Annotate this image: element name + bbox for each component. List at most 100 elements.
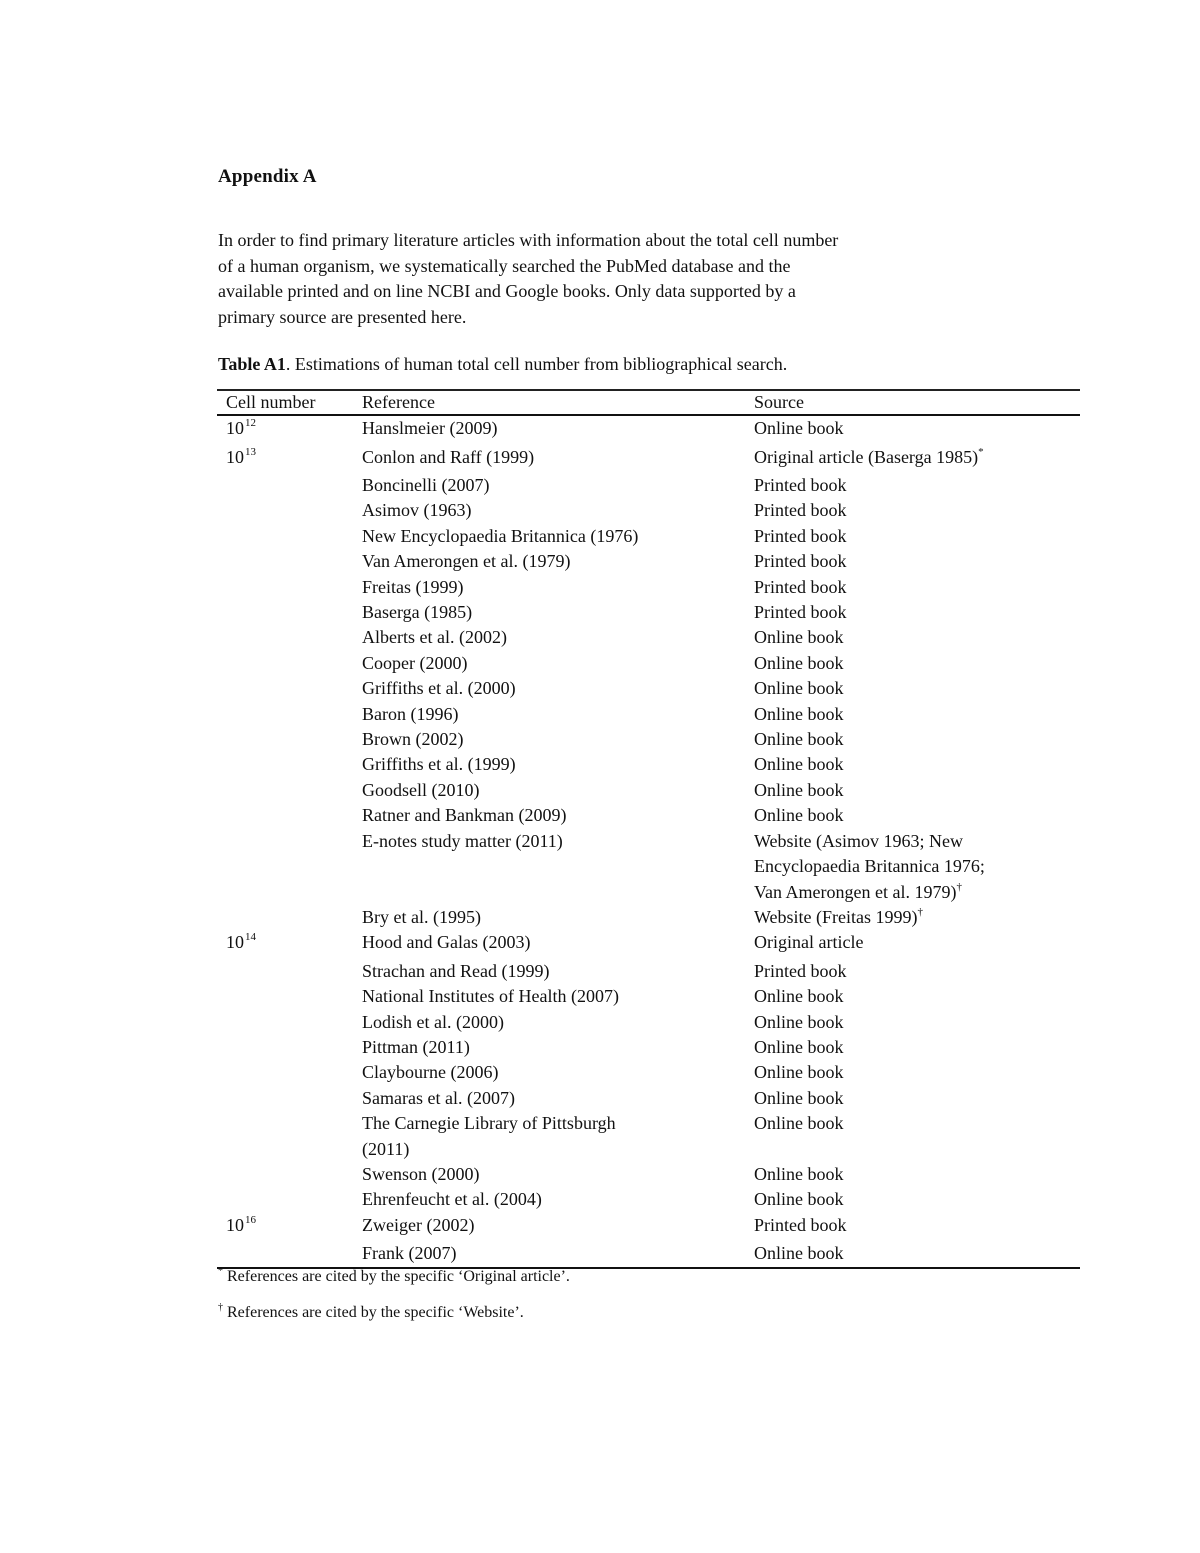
cell-number	[217, 905, 362, 930]
reference-line: Freitas (1999)	[362, 576, 464, 597]
reference-cell: Van Amerongen et al. (1979)	[362, 549, 754, 574]
source-cell: Original article	[754, 930, 1080, 958]
source-cell: Online book	[754, 625, 1080, 650]
reference-line: Alberts et al. (2002)	[362, 627, 507, 648]
reference-line: Pittman (2011)	[362, 1036, 470, 1057]
reference-cell: Cooper (2000)	[362, 651, 754, 676]
reference-cell: Boncinelli (2007)	[362, 473, 754, 498]
reference-line: Lodish et al. (2000)	[362, 1011, 504, 1032]
table-caption-text: . Estimations of human total cell number…	[285, 354, 788, 374]
intro-line: of a human organism, we systematically s…	[218, 255, 791, 276]
source-cell: Online book	[754, 1035, 1080, 1060]
reference-cell: Samaras et al. (2007)	[362, 1086, 754, 1111]
table-row: New Encyclopaedia Britannica (1976) Print…	[217, 524, 1080, 549]
reference-cell: Griffiths et al. (1999)	[362, 752, 754, 777]
source-cell: Online book	[754, 803, 1080, 828]
table-row: Goodsell (2010) Online book	[217, 778, 1080, 803]
source-line: Online book	[754, 703, 844, 724]
footnote-text: References are cited by the specific ‘Or…	[223, 1268, 570, 1285]
source-cell: Online book	[754, 1187, 1080, 1212]
source-cell: Online book	[754, 984, 1080, 1009]
reference-cell: E-notes study matter (2011)	[362, 829, 754, 905]
table-row: National Institutes of Health (2007) Onli…	[217, 984, 1080, 1009]
reference-line: E-notes study matter (2011)	[362, 830, 563, 851]
cell-number	[217, 752, 362, 777]
reference-line: Swenson (2000)	[362, 1163, 480, 1184]
table-row: Strachan and Read (1999) Printed book	[217, 959, 1080, 984]
source-cell: Printed book	[754, 473, 1080, 498]
reference-cell: Alberts et al. (2002)	[362, 625, 754, 650]
source-cell: Online book	[754, 651, 1080, 676]
cell-number	[217, 1111, 362, 1162]
footnote-mark: †	[218, 1301, 223, 1313]
reference-cell: Lodish et al. (2000)	[362, 1010, 754, 1035]
source-cell: Online book	[754, 676, 1080, 701]
table-body: 1012 Hanslmeier (2009) Online book 1013 Conl…	[217, 416, 1080, 1266]
reference-line: National Institutes of Health (2007)	[362, 986, 619, 1007]
source-line: Online book	[754, 1087, 844, 1108]
source-line: Online book	[754, 678, 844, 699]
table-row: 1012 Hanslmeier (2009) Online book	[217, 416, 1080, 444]
table-row: Cooper (2000) Online book	[217, 651, 1080, 676]
cell-number	[217, 473, 362, 498]
source-cell: Online book	[754, 727, 1080, 752]
cell-number	[217, 727, 362, 752]
source-line: Online book	[754, 986, 844, 1007]
cell-number	[217, 1187, 362, 1212]
cell-number	[217, 959, 362, 984]
source-cell: Online book	[754, 1060, 1080, 1085]
reference-line: Brown (2002)	[362, 729, 464, 750]
reference-cell: New Encyclopaedia Britannica (1976)	[362, 524, 754, 549]
source-cell: Printed book	[754, 1213, 1080, 1241]
table-row: Lodish et al. (2000) Online book	[217, 1010, 1080, 1035]
source-cell: Printed book	[754, 575, 1080, 600]
reference-cell: Baron (1996)	[362, 702, 754, 727]
reference-cell: Pittman (2011)	[362, 1035, 754, 1060]
reference-cell: Baserga (1985)	[362, 600, 754, 625]
table-row: Bry et al. (1995) Website (Freitas 1999)†	[217, 905, 1080, 930]
reference-line: Frank (2007)	[362, 1243, 457, 1264]
footnote-text: References are cited by the specific ‘We…	[223, 1304, 524, 1321]
source-line: Online book	[754, 754, 844, 775]
cell-number: 1013	[217, 445, 362, 473]
source-line: Online book	[754, 1036, 844, 1057]
table-row: Brown (2002) Online book	[217, 727, 1080, 752]
reference-line: Baron (1996)	[362, 703, 459, 724]
table-row: The Carnegie Library of Pittsburgh (2011)…	[217, 1111, 1080, 1162]
reference-cell: Conlon and Raff (1999)	[362, 445, 754, 473]
cell-number	[217, 600, 362, 625]
reference-line: (2011)	[362, 1138, 410, 1159]
table-row: Boncinelli (2007) Printed book	[217, 473, 1080, 498]
table-footnotes: * References are cited by the specific ‘…	[218, 1265, 570, 1323]
cell-number: 1014	[217, 930, 362, 958]
source-cell: Online book	[754, 1010, 1080, 1035]
reference-line: Griffiths et al. (2000)	[362, 678, 516, 699]
reference-line: Goodsell (2010)	[362, 779, 480, 800]
source-line: Online book	[754, 1011, 844, 1032]
source-line: Printed book	[754, 551, 847, 572]
table-row: Swenson (2000) Online book	[217, 1162, 1080, 1187]
reference-line: New Encyclopaedia Britannica (1976)	[362, 525, 639, 546]
reference-cell: Asimov (1963)	[362, 498, 754, 523]
footnote-mark: *	[218, 1265, 223, 1277]
source-cell: Online book	[754, 702, 1080, 727]
table-row: Freitas (1999) Printed book	[217, 575, 1080, 600]
table-row: 1013 Conlon and Raff (1999) Original artic…	[217, 445, 1080, 473]
table-row: Pittman (2011) Online book	[217, 1035, 1080, 1060]
reference-line: Cooper (2000)	[362, 652, 468, 673]
source-line: Online book	[754, 1113, 844, 1134]
table-row: Griffiths et al. (2000) Online book	[217, 676, 1080, 701]
table-row: 1014 Hood and Galas (2003) Original articl…	[217, 930, 1080, 958]
source-cell: Printed book	[754, 959, 1080, 984]
source-line: Van Amerongen et al. 1979)†	[754, 880, 962, 902]
reference-cell: Ratner and Bankman (2009)	[362, 803, 754, 828]
source-line: Website (Freitas 1999)†	[754, 905, 924, 927]
cell-number	[217, 1241, 362, 1266]
cell-number-base: 10	[226, 1214, 244, 1235]
cell-number	[217, 984, 362, 1009]
cell-number	[217, 702, 362, 727]
table-row: Ratner and Bankman (2009) Online book	[217, 803, 1080, 828]
source-line: Online book	[754, 418, 844, 439]
reference-line: Van Amerongen et al. (1979)	[362, 551, 571, 572]
source-cell: Original article (Baserga 1985)*	[754, 445, 1080, 473]
